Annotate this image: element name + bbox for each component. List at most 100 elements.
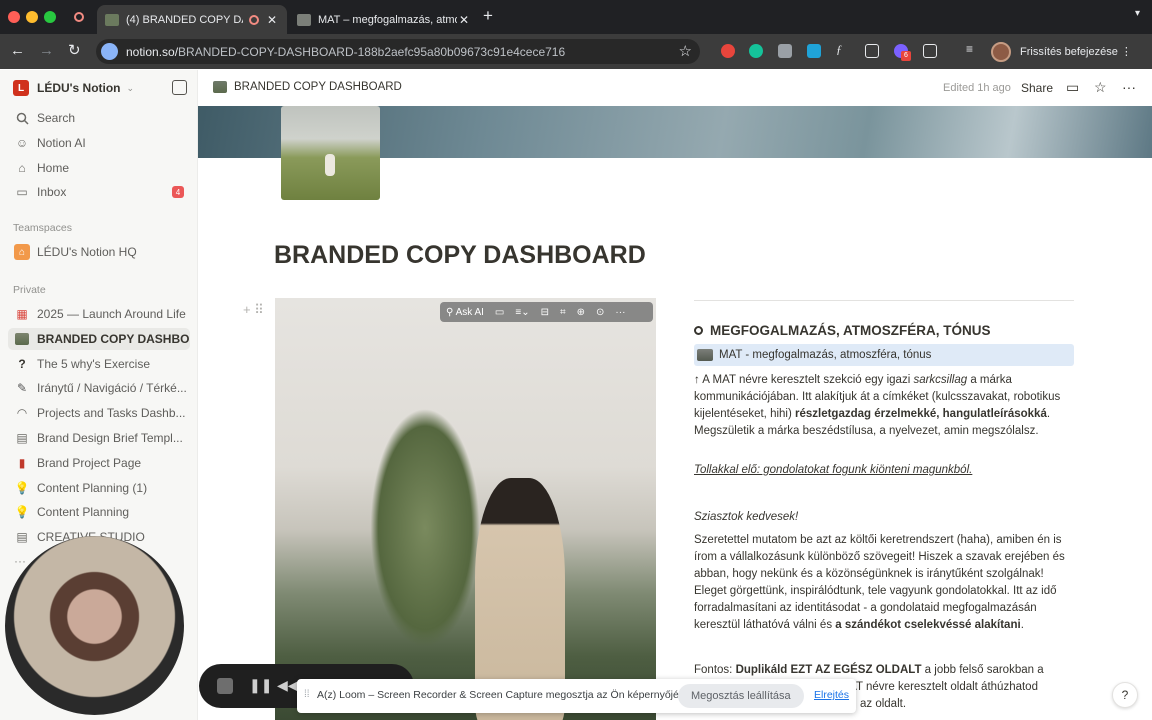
sidebar-item-label: Brand Project Page xyxy=(37,456,142,470)
favorite-star-icon[interactable]: ☆ xyxy=(1094,79,1107,96)
house-icon: ⌂ xyxy=(14,244,30,260)
page-thumb-icon xyxy=(213,81,227,93)
new-tab-icon[interactable]: + xyxy=(483,6,493,26)
extension-badge: 6 xyxy=(901,51,911,61)
sidebar-page-iranytu[interactable]: ✎ Iránytű / Navigáció / Térké... xyxy=(8,377,190,399)
minimize-window-button[interactable] xyxy=(26,11,38,23)
sidebar-item-label: BRANDED COPY DASHBO... xyxy=(37,332,190,346)
sidebar-page-5-whys[interactable]: ? The 5 why's Exercise xyxy=(8,353,190,375)
body-paragraph[interactable]: Szeretettel mutatom be azt az költői ker… xyxy=(694,532,1074,634)
update-browser-button[interactable]: Frissítés befejezése ⋮ xyxy=(1020,42,1132,62)
comments-icon[interactable]: ▭ xyxy=(1066,79,1079,96)
sidebar-item-search[interactable]: Search xyxy=(8,107,190,129)
browser-tab-active[interactable]: (4) BRANDED COPY DASHBOARD ✕ xyxy=(97,5,287,34)
tab-recording-icon xyxy=(249,14,259,25)
align-icon[interactable]: ≡⌄ xyxy=(515,307,529,318)
new-page-icon[interactable] xyxy=(172,80,187,95)
page-topbar: BRANDED COPY DASHBOARD Edited 1h ago Sha… xyxy=(198,70,1152,106)
sidebar-item-label: The 5 why's Exercise xyxy=(37,357,150,371)
inbox-icon: ▭ xyxy=(16,185,28,199)
lightbulb-icon: 💡 xyxy=(14,505,30,519)
more-options-icon[interactable]: ··· xyxy=(1122,79,1136,95)
sidebar-page-launch[interactable]: ▦ 2025 — Launch Around Life xyxy=(8,303,190,325)
sidebar-item-label: Content Planning xyxy=(37,505,130,519)
question-icon: ? xyxy=(18,357,26,371)
more-options-icon[interactable]: ··· xyxy=(615,307,625,318)
font-extension-icon[interactable]: ƒ xyxy=(836,42,850,56)
sidebar-item-teamspace[interactable]: ⌂ LÉDU's Notion HQ xyxy=(8,241,190,263)
image-thumb-icon xyxy=(14,331,30,347)
window-extension-icon[interactable] xyxy=(865,44,879,58)
forward-arrow-icon[interactable]: → xyxy=(39,42,54,60)
stop-recording-button[interactable] xyxy=(217,678,233,694)
linked-page-mat[interactable]: MAT - megfogalmazás, atmoszféra, tónus xyxy=(694,344,1074,366)
lightbulb-icon: 💡 xyxy=(14,481,30,495)
sidebar-item-label: Projects and Tasks Dashb... xyxy=(37,406,186,420)
greeting-text[interactable]: Sziasztok kedvesek! xyxy=(694,509,1074,526)
figure-shape xyxy=(325,154,335,176)
back-arrow-icon[interactable]: ← xyxy=(10,42,25,60)
sidebar-page-projects[interactable]: ◠ Projects and Tasks Dashb... xyxy=(8,402,190,424)
pause-icon[interactable]: ❚❚ xyxy=(249,677,272,694)
important-paragraph-line2: ó MAT névre keresztelt oldalt áthúzhatod xyxy=(830,681,1038,693)
profile-avatar[interactable] xyxy=(991,42,1011,62)
sidebar-item-inbox[interactable]: ▭ Inbox 4 xyxy=(8,181,190,203)
sidebar-page-content-planning[interactable]: 💡 Content Planning xyxy=(8,501,190,523)
zoom-icon[interactable]: ⊕ xyxy=(577,307,585,318)
important-paragraph[interactable]: Fontos: Duplikáld EZT AZ EGÉSZ OLDALT a … xyxy=(694,662,1074,679)
crop-icon[interactable]: ⌗ xyxy=(560,307,566,318)
browser-tab-2[interactable]: MAT – megfogalmazás, atmoszféra, tónus ✕ xyxy=(289,5,479,34)
stop-sharing-button[interactable]: Megosztás leállítása xyxy=(678,684,804,708)
hide-banner-link[interactable]: Elrejtés xyxy=(814,689,849,701)
tree-shape xyxy=(370,408,480,648)
reload-icon[interactable]: ↻ xyxy=(68,42,81,60)
document-icon: ▤ xyxy=(16,431,28,445)
url-text: notion.so/BRANDED-COPY-DASHBOARD-188b2ae… xyxy=(126,45,566,59)
sidebar-page-branded-copy[interactable]: BRANDED COPY DASHBO... xyxy=(8,328,190,350)
extensions-puzzle-icon[interactable] xyxy=(923,44,937,58)
restart-icon[interactable]: ◀◀ xyxy=(277,677,299,694)
ask-ai-button[interactable]: ⚲ Ask AI xyxy=(446,307,484,318)
close-tab-icon[interactable]: ✕ xyxy=(457,13,471,27)
maximize-window-button[interactable] xyxy=(44,11,56,23)
close-tab-icon[interactable]: ✕ xyxy=(265,13,279,27)
bookmark-star-icon[interactable]: ☆ xyxy=(679,42,692,60)
caption-icon[interactable]: ⊟ xyxy=(541,307,549,318)
more-icon[interactable]: ··· xyxy=(14,554,26,568)
camera-extension-icon[interactable] xyxy=(778,44,792,58)
quote-link[interactable]: Tollakkal elő: gondolatokat fogunk kiönt… xyxy=(694,462,1074,479)
loom-camera-bubble[interactable] xyxy=(5,536,184,715)
sidebar-page-brand-brief[interactable]: ▤ Brand Design Brief Templ... xyxy=(8,427,190,449)
content-image[interactable] xyxy=(275,298,656,720)
recording-indicator-icon xyxy=(74,12,84,22)
download-icon[interactable]: ⊙ xyxy=(596,307,604,318)
sidebar-item-label: Home xyxy=(37,161,70,175)
grammarly-icon[interactable] xyxy=(749,44,763,58)
extension-icon[interactable] xyxy=(807,44,821,58)
page-icon-image[interactable] xyxy=(281,106,380,200)
breadcrumb[interactable]: BRANDED COPY DASHBOARD xyxy=(213,81,402,93)
share-button[interactable]: Share xyxy=(1021,81,1053,95)
comment-icon[interactable]: ▭ xyxy=(495,307,504,318)
sidebar-item-label: Inbox xyxy=(37,185,67,199)
help-button[interactable]: ? xyxy=(1112,682,1138,708)
page-title[interactable]: BRANDED COPY DASHBOARD xyxy=(274,241,646,270)
browser-tab-bar: (4) BRANDED COPY DASHBOARD ✕ MAT – megfo… xyxy=(0,0,1152,34)
sidebar-item-notion-ai[interactable]: ☺ Notion AI xyxy=(8,132,190,154)
sidebar-page-content-planning-1[interactable]: 💡 Content Planning (1) xyxy=(8,477,190,499)
sidebar-item-home[interactable]: ⌂ Home xyxy=(8,157,190,179)
site-info-icon[interactable] xyxy=(101,43,118,60)
media-control-icon[interactable]: ≡ xyxy=(966,42,980,56)
sidebar-page-brand-project[interactable]: ▮ Brand Project Page xyxy=(8,452,190,474)
workspace-switcher[interactable]: L LÉDU's Notion ⌄ xyxy=(13,80,134,96)
section-heading[interactable]: MEGFOGALMAZÁS, ATMOSZFÉRA, TÓNUS xyxy=(694,323,990,338)
drag-handle-icon[interactable]: + ⠿ xyxy=(243,302,264,318)
drag-grip-icon[interactable]: ⁞⁞ xyxy=(304,689,310,700)
close-window-button[interactable] xyxy=(8,11,20,23)
intro-paragraph[interactable]: ↑ A MAT névre keresztelt szekció egy iga… xyxy=(694,372,1074,440)
extension-record-icon[interactable] xyxy=(721,44,735,58)
tab-search-icon[interactable]: ▾ xyxy=(1135,8,1140,19)
tab-title: MAT – megfogalmazás, atmoszféra, tónus xyxy=(318,13,457,26)
address-bar[interactable]: notion.so/BRANDED-COPY-DASHBOARD-188b2ae… xyxy=(96,39,700,64)
edited-timestamp[interactable]: Edited 1h ago xyxy=(943,82,1011,94)
